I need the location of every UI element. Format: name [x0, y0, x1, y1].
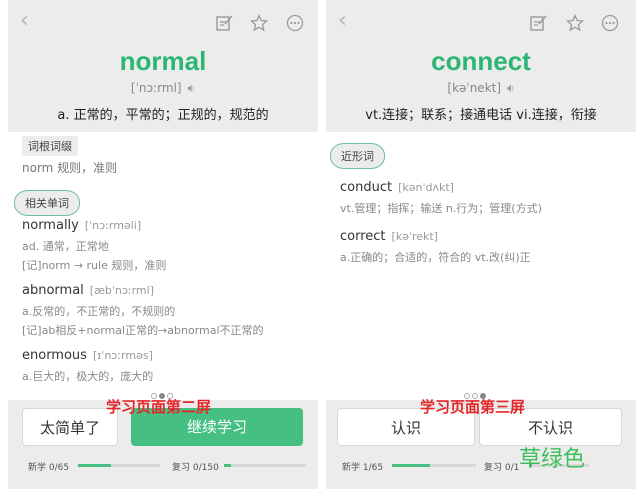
- word-gloss: a.巨大的，极大的，庞大的: [22, 370, 154, 383]
- new-words-progress-label: 新学 0/65: [28, 460, 69, 473]
- back-icon[interactable]: ‹: [338, 10, 347, 32]
- word-phonetic: [ɪˈnɔːrməs]: [92, 349, 153, 362]
- review-progress-label: 复习 0/1: [484, 460, 519, 473]
- note-icon[interactable]: [215, 14, 233, 32]
- new-label: 新学: [28, 463, 47, 473]
- note-icon[interactable]: [529, 14, 547, 32]
- related-words-tag: 相关单词: [14, 190, 80, 216]
- root-line: norm 规则，准则: [22, 161, 118, 175]
- word-gloss: ad. 通常，正常地: [22, 240, 109, 253]
- review-progress-bar: [224, 464, 306, 467]
- review-label: 复习: [484, 463, 503, 473]
- more-icon[interactable]: [286, 14, 304, 32]
- word-mnemonic: [记]norm → rule 规则，准则: [22, 259, 167, 272]
- phonetic-row: [kəˈnekt] 🔉︎: [326, 81, 636, 96]
- speaker-icon[interactable]: 🔉︎: [188, 81, 196, 95]
- new-words-progress-label: 新学 1/65: [342, 460, 383, 473]
- progress-fill: [224, 464, 231, 467]
- review-progress-label: 复习 0/150: [172, 460, 219, 473]
- word-header: ‹ connect [kəˈnekt] 🔉︎ vt.连接；联系；接通电话 vi.连…: [326, 0, 636, 132]
- review-label: 复习: [172, 463, 191, 473]
- similar-words-tag: 近形词: [330, 143, 385, 169]
- headword: connect: [431, 46, 531, 76]
- progress-fill: [392, 464, 430, 467]
- review-count: 0/1: [504, 463, 520, 473]
- phonetic: [kəˈnekt]: [447, 81, 502, 95]
- screen-connect: ‹ connect [kəˈnekt] 🔉︎ vt.连接；联系；接通电话 vi.连…: [326, 0, 636, 489]
- word: enormous: [22, 348, 87, 363]
- new-label: 新学: [342, 463, 361, 473]
- screen-caption: 学习页面第三屏: [420, 398, 526, 416]
- definition: vt.连接；联系；接通电话 vi.连接，衔接: [365, 108, 597, 123]
- root-affix-tag: 词根词缀: [22, 136, 78, 156]
- progress-fill: [78, 464, 111, 467]
- speaker-icon[interactable]: 🔉︎: [507, 81, 515, 95]
- headword: normal: [119, 46, 207, 76]
- screen-normal: ‹ normal [ˈnɔːrml] 🔉︎ a. 正常的，平常的；正规的，规范的 …: [8, 0, 318, 489]
- new-words-progress-bar: [392, 464, 476, 467]
- back-icon[interactable]: ‹: [20, 10, 29, 32]
- star-icon[interactable]: [250, 14, 268, 32]
- word: conduct: [340, 180, 393, 195]
- more-icon[interactable]: [601, 14, 619, 32]
- phonetic-row: [ˈnɔːrml] 🔉︎: [8, 81, 318, 96]
- related-word[interactable]: normally [ˈnɔːrməli]: [22, 218, 141, 233]
- word-phonetic: [æbˈnɔːrml]: [89, 284, 154, 297]
- word-phonetic: [kənˈdʌkt]: [398, 181, 454, 194]
- new-count: 1/65: [362, 463, 384, 473]
- new-count: 0/65: [48, 463, 70, 473]
- top-bar: ‹: [326, 0, 636, 42]
- similar-word[interactable]: correct [kəˈrekt]: [340, 229, 438, 244]
- page-indicator: [463, 384, 487, 399]
- review-count: 0/150: [192, 463, 219, 473]
- top-bar: ‹: [8, 0, 318, 42]
- word-mnemonic: [记]ab相反+normal正常的→abnormal不正常的: [22, 324, 264, 337]
- word: correct: [340, 229, 386, 244]
- page-indicator: [150, 384, 174, 399]
- screen-caption: 学习页面第二屏: [106, 398, 212, 416]
- related-word[interactable]: enormous [ɪˈnɔːrməs]: [22, 348, 153, 363]
- word-gloss: a.正确的；合适的，符合的 vt.改(纠)正: [340, 251, 531, 264]
- definition: a. 正常的，平常的；正规的，规范的: [57, 108, 269, 123]
- similar-word[interactable]: conduct [kənˈdʌkt]: [340, 180, 454, 195]
- word: normally: [22, 218, 79, 233]
- phonetic: [ˈnɔːrml]: [130, 81, 182, 95]
- too-easy-button[interactable]: 太简单了: [22, 408, 118, 446]
- star-icon[interactable]: [566, 14, 584, 32]
- new-words-progress-bar: [78, 464, 160, 467]
- word-gloss: vt.管理；指挥；输送 n.行为；管理(方式): [340, 202, 542, 215]
- related-word[interactable]: abnormal [æbˈnɔːrml]: [22, 283, 154, 298]
- watermark-text: 草绿色: [519, 447, 586, 472]
- word-header: ‹ normal [ˈnɔːrml] 🔉︎ a. 正常的，平常的；正规的，规范的: [8, 0, 318, 132]
- word-phonetic: [ˈnɔːrməli]: [84, 219, 142, 232]
- word-phonetic: [kəˈrekt]: [391, 230, 439, 243]
- word: abnormal: [22, 283, 84, 298]
- word-gloss: a.反常的，不正常的，不规则的: [22, 305, 176, 318]
